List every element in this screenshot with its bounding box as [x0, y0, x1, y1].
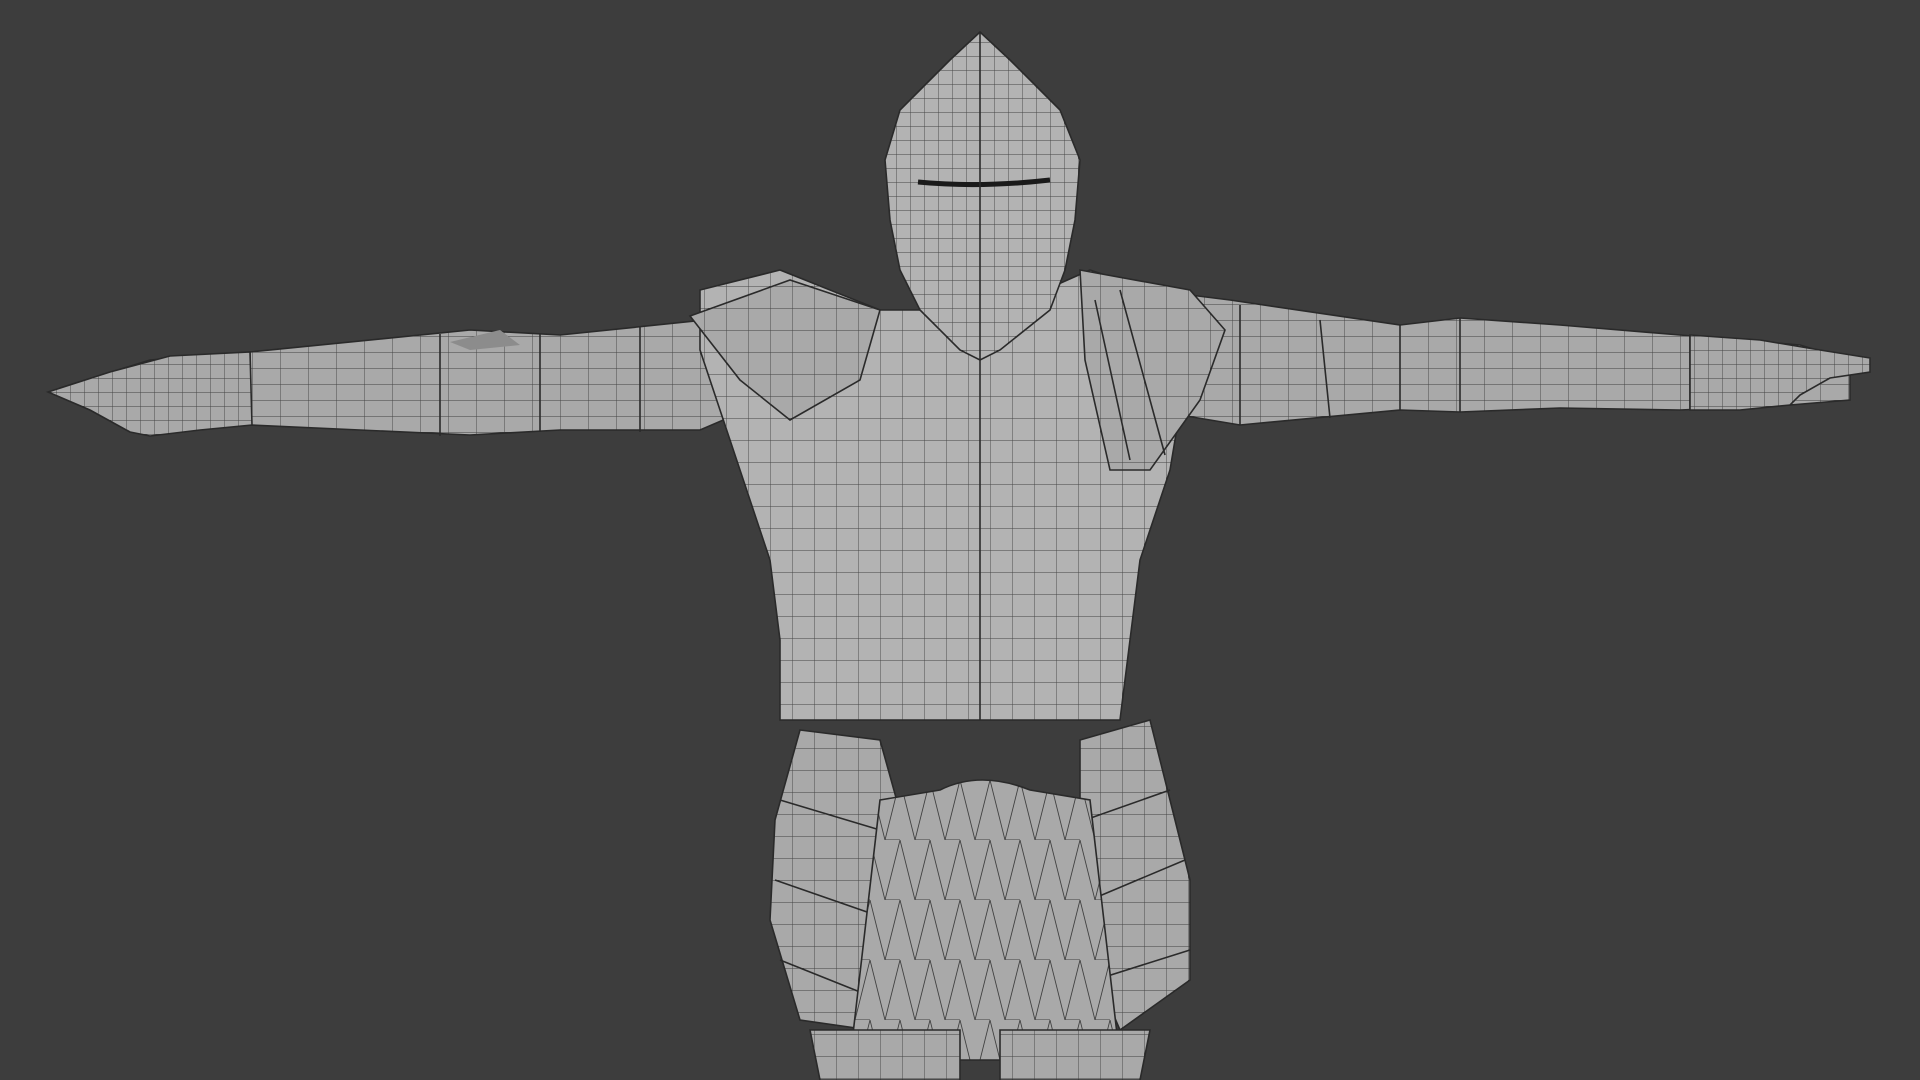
- knight-mesh[interactable]: [0, 0, 1920, 1080]
- left-hand: [45, 351, 253, 437]
- 3d-viewport[interactable]: [0, 0, 1920, 1080]
- fauld: [849, 779, 1121, 1061]
